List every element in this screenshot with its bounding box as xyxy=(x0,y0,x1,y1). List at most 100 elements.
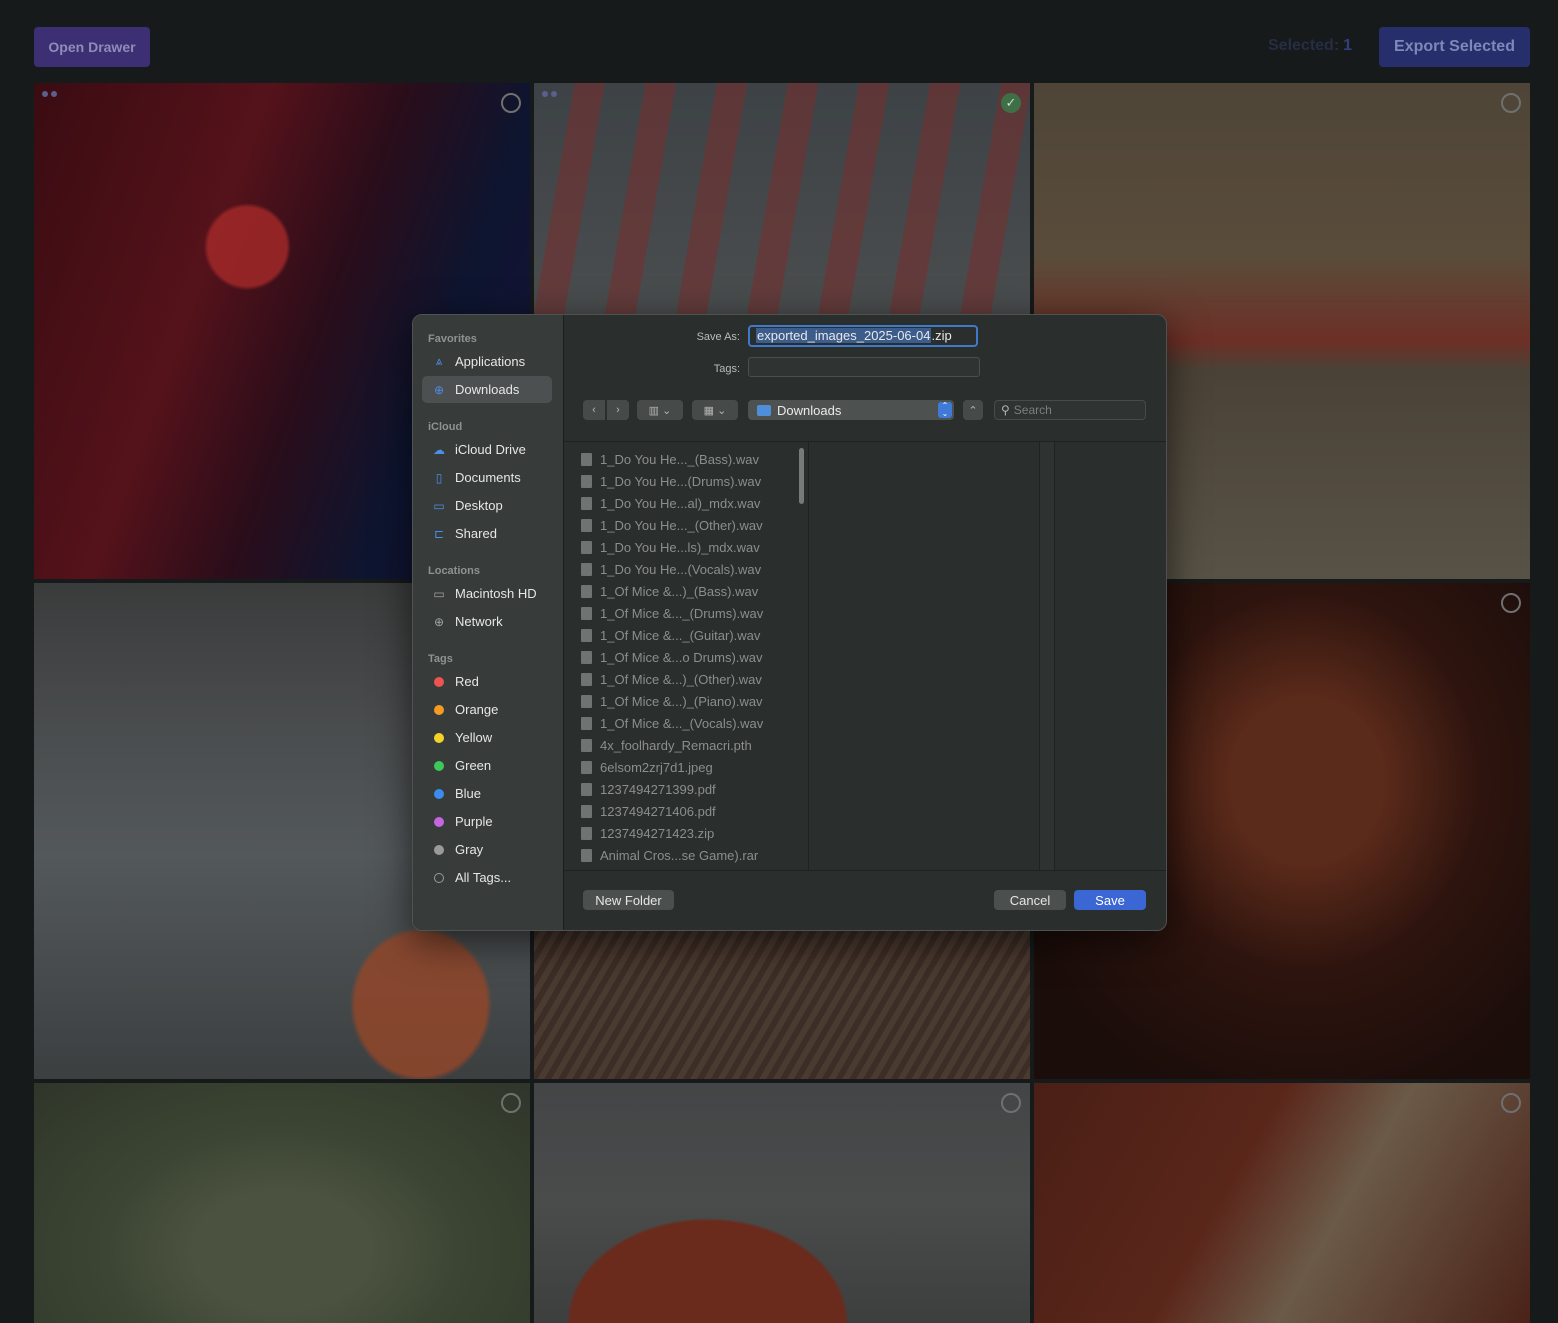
sidebar-item-shared[interactable]: ⊏ Shared xyxy=(422,520,552,547)
downloads-icon: ⊕ xyxy=(433,382,445,397)
back-button[interactable]: ‹ xyxy=(583,400,605,420)
file-item[interactable]: 1_Of Mice &..._(Guitar).wav xyxy=(581,624,760,646)
sidebar-item-network[interactable]: ⊕ Network xyxy=(422,608,552,635)
tile-menu-dots[interactable] xyxy=(42,91,57,97)
file-item[interactable]: 1_Do You He...ls)_mdx.wav xyxy=(581,536,760,558)
sidebar-tag-gray[interactable]: Gray xyxy=(422,836,552,863)
file-item[interactable]: 1_Do You He..._(Bass).wav xyxy=(581,448,759,470)
columns-view-icon: ▥ ⌄ xyxy=(648,404,672,417)
blue-tag-dot-icon xyxy=(434,788,444,799)
sidebar-all-tags[interactable]: All Tags... xyxy=(422,864,552,891)
tags-input[interactable] xyxy=(748,357,980,377)
sidebar-item-label: Macintosh HD xyxy=(455,586,537,601)
file-icon xyxy=(581,760,592,774)
file-item[interactable]: 1_Do You He...(Drums).wav xyxy=(581,470,761,492)
save-as-input[interactable]: exported_images_2025-06-04.zip xyxy=(748,325,978,347)
group-button[interactable]: ▦ ⌄ xyxy=(692,400,738,420)
chevron-right-icon: › xyxy=(616,404,620,416)
sidebar-tag-blue[interactable]: Blue xyxy=(422,780,552,807)
image-tile-tower-roof[interactable] xyxy=(534,929,1030,1079)
up-down-chevron-icon: ⌃ ⌄ xyxy=(938,402,952,418)
search-placeholder: Search xyxy=(1013,403,1052,417)
file-item[interactable]: 6elsom2zrj7d1.jpeg xyxy=(581,756,713,778)
file-item[interactable]: 1_Do You He...al)_mdx.wav xyxy=(581,492,760,514)
selected-label: Selected: xyxy=(1268,37,1340,54)
sidebar-item-downloads[interactable]: ⊕ Downloads xyxy=(422,376,552,403)
sports-car-image xyxy=(534,1083,1030,1323)
sidebar-item-label: Blue xyxy=(455,786,482,801)
select-circle-icon[interactable] xyxy=(501,1093,521,1113)
file-item[interactable]: 1_Of Mice &...o Drums).wav xyxy=(581,646,763,668)
sidebar-tag-yellow[interactable]: Yellow xyxy=(422,724,552,751)
file-list-scrollbar[interactable] xyxy=(799,448,804,504)
cancel-button[interactable]: Cancel xyxy=(994,890,1066,910)
file-item[interactable]: 1_Of Mice &...)_(Piano).wav xyxy=(581,690,763,712)
file-item[interactable]: 4x_foolhardy_Remacri.pth xyxy=(581,734,752,756)
location-select[interactable]: Downloads ⌃ ⌄ xyxy=(748,400,954,420)
select-circle-icon[interactable] xyxy=(1501,1093,1521,1113)
file-name: 1_Do You He..._(Other).wav xyxy=(600,517,763,533)
select-circle-icon[interactable] xyxy=(1501,93,1521,113)
file-icon xyxy=(581,826,592,840)
file-item[interactable]: 1_Of Mice &...)_(Bass).wav xyxy=(581,580,758,602)
collapse-button[interactable]: ⌃ xyxy=(963,400,983,420)
file-icon xyxy=(581,496,592,510)
selected-count: 1 xyxy=(1343,37,1353,54)
image-tile-tree-canopy[interactable] xyxy=(34,1083,530,1323)
sidebar-item-documents[interactable]: ▯ Documents xyxy=(422,464,552,491)
file-item[interactable]: 1_Do You He..._(Other).wav xyxy=(581,514,763,536)
globe-icon: ⊕ xyxy=(433,614,445,629)
tags-section-title: Tags xyxy=(428,653,453,665)
file-list[interactable]: 1_Do You He..._(Bass).wav 1_Do You He...… xyxy=(564,442,794,870)
file-icon xyxy=(581,606,592,620)
file-item[interactable]: 1_Do You He...(Vocals).wav xyxy=(581,558,761,580)
column-divider[interactable] xyxy=(808,442,809,870)
sidebar-item-icloud-drive[interactable]: ☁ iCloud Drive xyxy=(422,436,552,463)
select-circle-icon[interactable] xyxy=(1501,593,1521,613)
applications-icon: ⩓ xyxy=(435,354,443,368)
file-item[interactable]: 1_Of Mice &..._(Vocals).wav xyxy=(581,712,763,734)
image-tile-sports-car[interactable] xyxy=(534,1083,1030,1323)
select-circle-icon[interactable] xyxy=(501,93,521,113)
selected-check-icon[interactable]: ✓ xyxy=(1001,93,1021,113)
sidebar-item-label: Green xyxy=(455,758,492,773)
sidebar-tag-green[interactable]: Green xyxy=(422,752,552,779)
sidebar-tag-red[interactable]: Red xyxy=(422,668,552,695)
sidebar-item-label: Orange xyxy=(455,702,499,717)
view-columns-button[interactable]: ▥ ⌄ xyxy=(637,400,683,420)
file-name: 1_Of Mice &...)_(Other).wav xyxy=(600,671,762,687)
file-item[interactable]: 1237494271399.pdf xyxy=(581,778,716,800)
file-item[interactable]: 1237494271406.pdf xyxy=(581,800,716,822)
sidebar-item-label: Shared xyxy=(455,526,497,541)
column-resize-handle[interactable] xyxy=(1039,442,1055,870)
export-selected-button[interactable]: Export Selected xyxy=(1379,27,1530,67)
file-icon xyxy=(581,474,592,488)
sidebar-item-label: iCloud Drive xyxy=(455,442,526,457)
forward-button[interactable]: › xyxy=(607,400,629,420)
sidebar-tag-orange[interactable]: Orange xyxy=(422,696,552,723)
purple-tag-dot-icon xyxy=(434,816,444,827)
search-input[interactable]: ⚲ Search xyxy=(994,400,1146,420)
sidebar-item-desktop[interactable]: ▭ Desktop xyxy=(422,492,552,519)
file-item[interactable]: 1_Of Mice &..._(Drums).wav xyxy=(581,602,763,624)
open-drawer-button[interactable]: Open Drawer xyxy=(34,27,150,67)
file-item[interactable]: 1_Of Mice &...)_(Other).wav xyxy=(581,668,762,690)
save-button[interactable]: Save xyxy=(1074,890,1146,910)
sidebar-item-label: Red xyxy=(455,674,479,689)
file-icon xyxy=(581,452,592,466)
yellow-tag-dot-icon xyxy=(434,732,444,743)
file-icon xyxy=(581,848,592,862)
select-circle-icon[interactable] xyxy=(1001,1093,1021,1113)
image-tile-tablet-hand[interactable] xyxy=(1034,1083,1530,1323)
tile-menu-dots[interactable] xyxy=(542,91,557,97)
sidebar-item-macintosh-hd[interactable]: ▭ Macintosh HD xyxy=(422,580,552,607)
sidebar-tag-purple[interactable]: Purple xyxy=(422,808,552,835)
file-item[interactable]: Animal Cros...se Game).rar xyxy=(581,844,758,866)
file-name: 4x_foolhardy_Remacri.pth xyxy=(600,737,752,753)
file-icon xyxy=(581,518,592,532)
file-item[interactable]: 1237494271423.zip xyxy=(581,822,714,844)
save-as-label: Save As: xyxy=(696,331,740,343)
sidebar-item-applications[interactable]: ⩓ Applications xyxy=(422,348,552,375)
new-folder-button[interactable]: New Folder xyxy=(583,890,674,910)
file-name: 1_Of Mice &...)_(Bass).wav xyxy=(600,583,759,599)
